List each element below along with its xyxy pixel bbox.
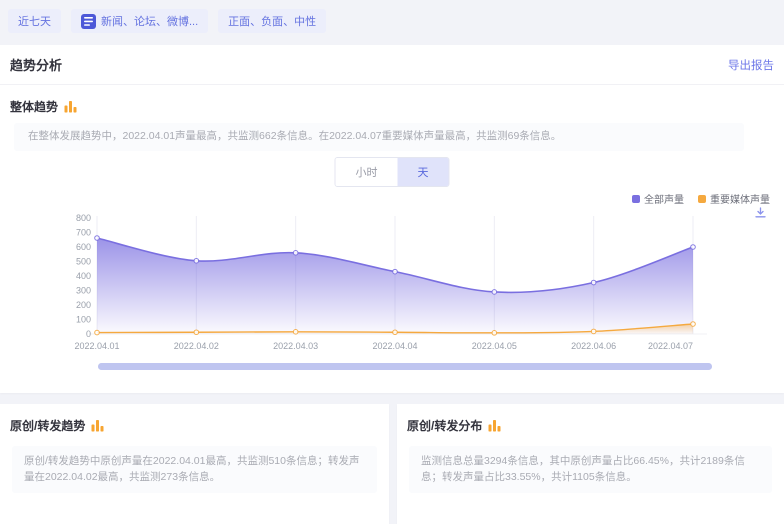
chart-zoom-slider-track[interactable] [98,363,712,370]
origin-trend-header: 原创/转发趋势 [0,404,389,434]
x-axis-tick-label: 2022.04.04 [372,341,417,351]
origin-trend-card: 原创/转发趋势 原创/转发趋势中原创声量在2022.04.01最高，共监测510… [0,404,389,524]
chart-legend: 全部声量 重要媒体声量 [632,191,770,206]
x-axis-tick-label: 2022.04.07 [648,341,693,351]
data-point-series-0 [293,251,298,256]
trend-chart-svg: 800 700 600 500 400 300 200 100 0 2022.04.01 2022.… [0,208,784,358]
filter-bar: 近七天 新闻、论坛、微博... 正面、负面、中性 [8,9,326,33]
filter-sources[interactable]: 新闻、论坛、微博... [71,9,208,33]
filter-time-range[interactable]: 近七天 [8,9,61,33]
data-point-series-1 [393,330,398,335]
bar-chart-icon [91,419,104,432]
legend-swatch-orange [698,195,706,203]
filter-sources-label: 新闻、论坛、微博... [101,13,198,29]
data-point-series-1 [492,331,497,336]
y-axis-tick-label: 200 [76,300,91,310]
y-axis-tick-label: 400 [76,271,91,281]
legend-label-total-volume: 全部声量 [644,191,684,206]
origin-distribution-title: 原创/转发分布 [407,417,482,434]
x-axis-tick-label: 2022.04.03 [273,341,318,351]
origin-trend-summary: 原创/转发趋势中原创声量在2022.04.01最高，共监测510条信息；转发声量… [12,446,377,493]
y-axis-tick-label: 800 [76,213,91,223]
data-point-series-0 [194,258,199,263]
trend-chart: 800 700 600 500 400 300 200 100 0 2022.04.01 2022.… [0,208,784,358]
x-axis-tick-label: 2022.04.01 [74,341,119,351]
data-point-series-1 [293,330,298,335]
x-axis-tick-label: 2022.04.05 [472,341,517,351]
data-point-series-1 [591,329,596,334]
data-point-series-0 [393,269,398,274]
overall-trend-title: 整体趋势 [10,98,58,115]
y-axis-tick-label: 100 [76,315,91,325]
overall-trend-summary: 在整体发展趋势中，2022.04.01声量最高，共监测662条信息。在2022.… [14,123,744,151]
data-point-series-1 [194,330,199,335]
x-axis-tick-label: 2022.04.06 [571,341,616,351]
card-header: 趋势分析 导出报告 [0,45,784,85]
bar-chart-icon [64,100,77,113]
overall-trend-header: 整体趋势 [10,98,77,115]
granularity-hour-button[interactable]: 小时 [336,158,398,186]
data-point-series-0 [95,236,100,241]
y-axis-tick-label: 500 [76,257,91,267]
data-point-series-1 [691,322,696,327]
data-point-series-0 [492,290,497,295]
filter-time-range-label: 近七天 [18,13,51,29]
data-point-series-0 [591,280,596,285]
y-axis-tick-label: 700 [76,228,91,238]
y-axis-tick-label: 0 [86,329,91,339]
trend-analysis-card: 趋势分析 导出报告 整体趋势 在整体发展趋势中，2022.04.01声量最高，共… [0,45,784,393]
chart-zoom-slider-handle[interactable] [98,363,712,370]
bar-chart-icon [488,419,501,432]
filter-sentiment[interactable]: 正面、负面、中性 [218,9,326,33]
origin-trend-title: 原创/转发趋势 [10,417,85,434]
origin-distribution-header: 原创/转发分布 [397,404,784,434]
x-axis-tick-label: 2022.04.02 [174,341,219,351]
data-point-series-1 [95,330,100,335]
origin-distribution-summary: 监测信息总量3294条信息，其中原创声量占比66.45%，共计2189条信息；转… [409,446,772,493]
legend-item-key-media-volume[interactable]: 重要媒体声量 [698,191,770,206]
legend-swatch-purple [632,195,640,203]
legend-item-total-volume[interactable]: 全部声量 [632,191,684,206]
y-axis-tick-label: 300 [76,286,91,296]
granularity-day-button[interactable]: 天 [398,158,449,186]
origin-distribution-card: 原创/转发分布 监测信息总量3294条信息，其中原创声量占比66.45%，共计2… [397,404,784,524]
y-axis-tick-label: 600 [76,242,91,252]
legend-label-key-media-volume: 重要媒体声量 [710,191,770,206]
filter-sentiment-label: 正面、负面、中性 [228,13,316,29]
page-title: 趋势分析 [10,55,62,74]
data-point-series-0 [691,245,696,250]
export-report-link[interactable]: 导出报告 [728,57,774,73]
granularity-toggle: 小时 天 [335,157,450,187]
media-sources-icon [81,14,96,29]
